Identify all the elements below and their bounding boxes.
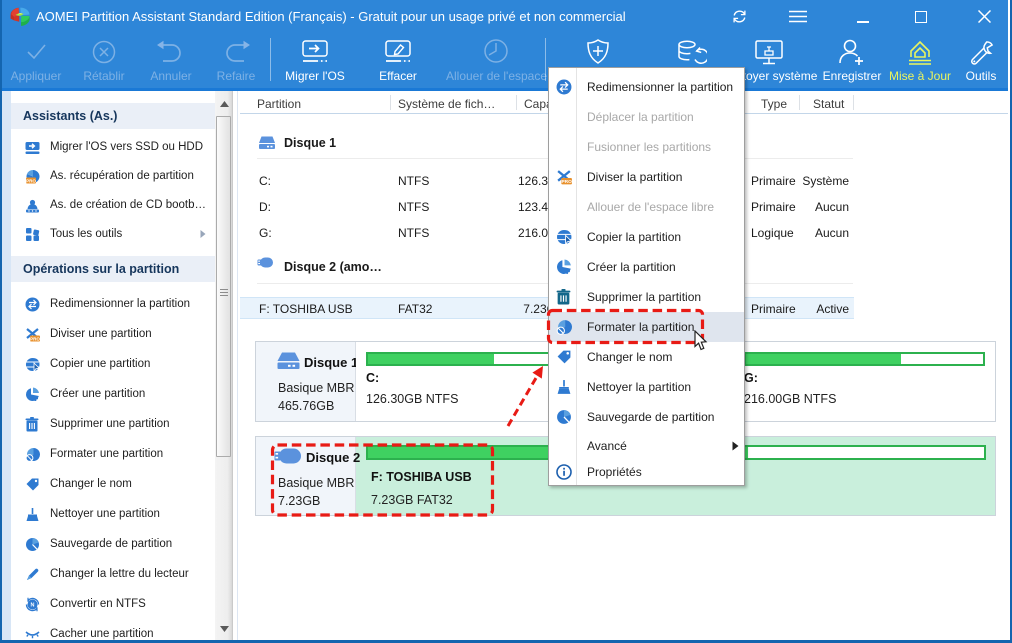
svg-text:PRO: PRO — [561, 179, 572, 185]
